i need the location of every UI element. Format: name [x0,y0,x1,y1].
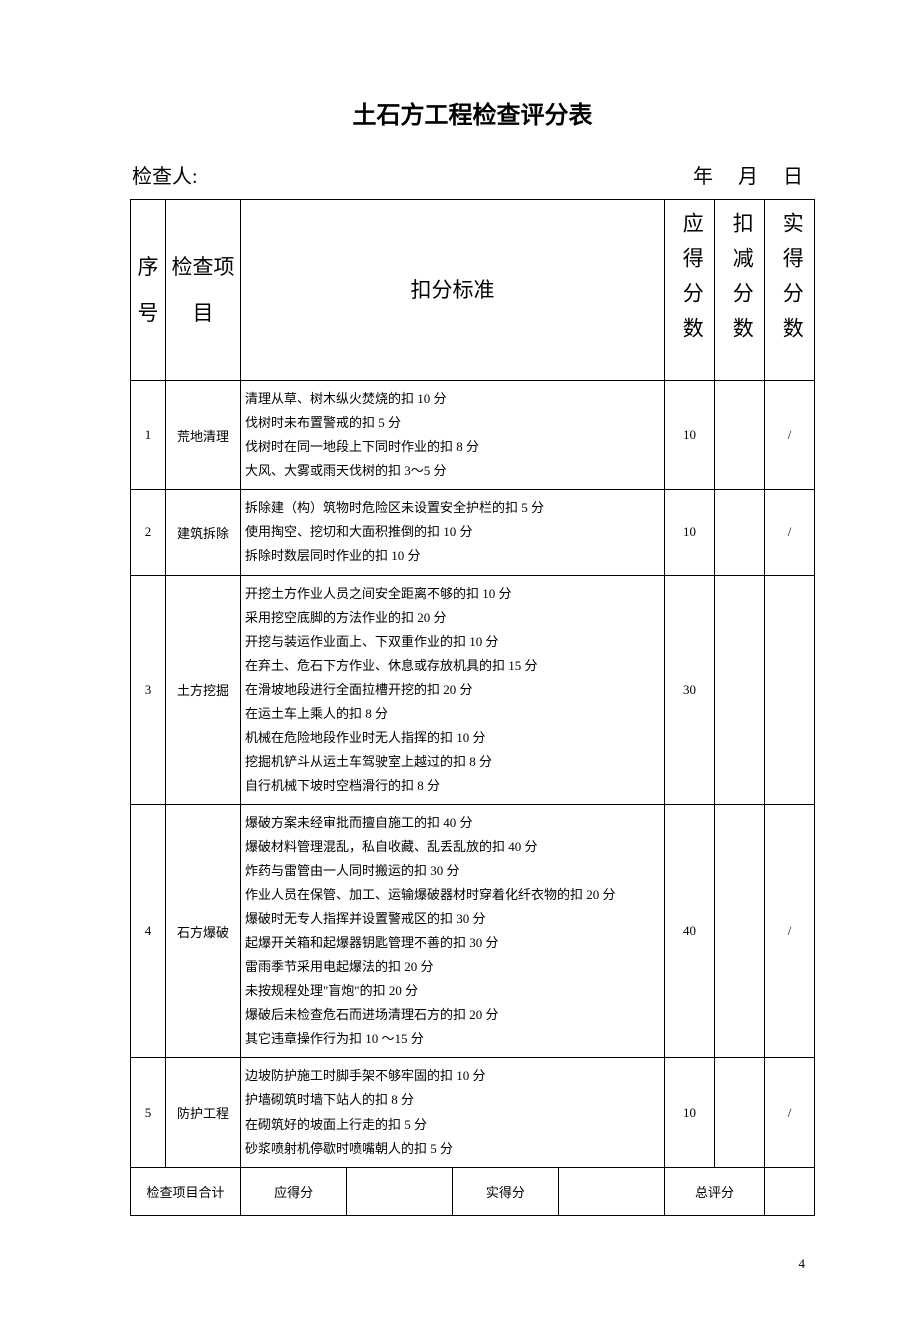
criteria-line: 炸药与雷管由一人同时搬运的扣 30 分 [245,859,660,883]
criteria-line: 爆破材料管理混乱，私自收藏、乱丢乱放的扣 40 分 [245,835,660,859]
criteria-line: 清理从草、树木纵火焚烧的扣 10 分 [245,387,660,411]
page-number: 4 [130,1256,815,1272]
cell-idx: 1 [131,381,166,490]
cell-criteria: 拆除建（构）筑物时危险区未设置安全护栏的扣 5 分使用掏空、挖切和大面积推倒的扣… [241,490,665,575]
criteria-line: 爆破时无专人指挥并设置警戒区的扣 30 分 [245,907,660,931]
criteria-line: 自行机械下坡时空档滑行的扣 8 分 [245,774,660,798]
cell-idx: 4 [131,804,166,1057]
date-label: 年 月 日 [693,160,813,189]
cell-idx: 2 [131,490,166,575]
header-actual: 实得分数 [765,200,815,381]
footer-actual-label: 实得分 [453,1168,559,1215]
cell-due: 40 [665,804,715,1057]
cell-actual: / [765,1058,815,1167]
cell-deduct [715,575,765,804]
criteria-line: 拆除时数层同时作业的扣 10 分 [245,544,660,568]
table-header-row: 序号 检查项目 扣分标准 应得分数 扣减分数 实得分数 [131,200,815,381]
cell-item: 土方挖掘 [166,575,241,804]
criteria-line: 起爆开关箱和起爆器钥匙管理不善的扣 30 分 [245,931,660,955]
footer-due-value [347,1168,453,1215]
cell-due: 10 [665,381,715,490]
criteria-line: 拆除建（构）筑物时危险区未设置安全护栏的扣 5 分 [245,496,660,520]
cell-item: 石方爆破 [166,804,241,1057]
criteria-line: 机械在危险地段作业时无人指挥的扣 10 分 [245,726,660,750]
cell-deduct [715,804,765,1057]
header-item: 检查项目 [166,200,241,381]
cell-idx: 3 [131,575,166,804]
cell-due: 30 [665,575,715,804]
meta-row: 检查人: 年 月 日 [130,160,815,189]
criteria-line: 未按规程处理"盲炮"的扣 20 分 [245,979,660,1003]
criteria-line: 护墙砌筑时墙下站人的扣 8 分 [245,1088,660,1112]
footer-total-label: 检查项目合计 [131,1167,241,1215]
criteria-line: 使用掏空、挖切和大面积推倒的扣 10 分 [245,520,660,544]
criteria-line: 大风、大雾或雨天伐树的扣 3～5 分 [245,459,660,483]
criteria-line: 开挖与装运作业面上、下双重作业的扣 10 分 [245,630,660,654]
header-deduct: 扣减分数 [715,200,765,381]
criteria-line: 在砌筑好的坡面上行走的扣 5 分 [245,1113,660,1137]
footer-overall-value [765,1167,815,1215]
cell-actual: / [765,804,815,1057]
criteria-line: 伐树时在同一地段上下同时作业的扣 8 分 [245,435,660,459]
cell-idx: 5 [131,1058,166,1167]
cell-criteria: 爆破方案未经审批而擅自施工的扣 40 分爆破材料管理混乱，私自收藏、乱丢乱放的扣… [241,804,665,1057]
header-criteria: 扣分标准 [241,200,665,381]
criteria-line: 雷雨季节采用电起爆法的扣 20 分 [245,955,660,979]
cell-actual: / [765,490,815,575]
cell-due: 10 [665,490,715,575]
table-row: 1荒地清理清理从草、树木纵火焚烧的扣 10 分伐树时未布置警戒的扣 5 分伐树时… [131,381,815,490]
cell-criteria: 开挖土方作业人员之间安全距离不够的扣 10 分采用挖空底脚的方法作业的扣 20 … [241,575,665,804]
footer-actual-value [558,1168,664,1215]
cell-due: 10 [665,1058,715,1167]
table-row: 2建筑拆除拆除建（构）筑物时危险区未设置安全护栏的扣 5 分使用掏空、挖切和大面… [131,490,815,575]
criteria-line: 挖掘机铲斗从运土车驾驶室上越过的扣 8 分 [245,750,660,774]
criteria-line: 边坡防护施工时脚手架不够牢固的扣 10 分 [245,1064,660,1088]
footer-due-label: 应得分 [241,1168,347,1215]
score-table: 序号 检查项目 扣分标准 应得分数 扣减分数 实得分数 1荒地清理清理从草、树木… [130,199,815,1216]
criteria-line: 伐树时未布置警戒的扣 5 分 [245,411,660,435]
table-row: 5防护工程边坡防护施工时脚手架不够牢固的扣 10 分护墙砌筑时墙下站人的扣 8 … [131,1058,815,1167]
cell-actual: / [765,381,815,490]
cell-criteria: 清理从草、树木纵火焚烧的扣 10 分伐树时未布置警戒的扣 5 分伐树时在同一地段… [241,381,665,490]
criteria-line: 在运土车上乘人的扣 8 分 [245,702,660,726]
footer-overall-label: 总评分 [665,1167,765,1215]
footer-mid-cell: 应得分 实得分 [241,1167,665,1215]
cell-item: 建筑拆除 [166,490,241,575]
criteria-line: 在弃土、危石下方作业、休息或存放机具的扣 15 分 [245,654,660,678]
criteria-line: 开挖土方作业人员之间安全距离不够的扣 10 分 [245,582,660,606]
criteria-line: 砂浆喷射机停歇时喷嘴朝人的扣 5 分 [245,1137,660,1161]
table-row: 4石方爆破爆破方案未经审批而擅自施工的扣 40 分爆破材料管理混乱，私自收藏、乱… [131,804,815,1057]
cell-item: 防护工程 [166,1058,241,1167]
criteria-line: 采用挖空底脚的方法作业的扣 20 分 [245,606,660,630]
table-row: 3土方挖掘开挖土方作业人员之间安全距离不够的扣 10 分采用挖空底脚的方法作业的… [131,575,815,804]
inspector-label: 检查人: [132,160,198,189]
criteria-line: 在滑坡地段进行全面拉槽开挖的扣 20 分 [245,678,660,702]
criteria-line: 爆破后未检查危石而进场清理石方的扣 20 分 [245,1003,660,1027]
cell-deduct [715,381,765,490]
cell-criteria: 边坡防护施工时脚手架不够牢固的扣 10 分护墙砌筑时墙下站人的扣 8 分在砌筑好… [241,1058,665,1167]
cell-item: 荒地清理 [166,381,241,490]
document-title: 土石方工程检查评分表 [130,95,815,130]
cell-deduct [715,490,765,575]
criteria-line: 作业人员在保管、加工、运输爆破器材时穿着化纤衣物的扣 20 分 [245,883,660,907]
header-idx: 序号 [131,200,166,381]
cell-deduct [715,1058,765,1167]
criteria-line: 爆破方案未经审批而擅自施工的扣 40 分 [245,811,660,835]
criteria-line: 其它违章操作行为扣 10 ～15 分 [245,1027,660,1051]
header-due: 应得分数 [665,200,715,381]
footer-row: 检查项目合计 应得分 实得分 总评分 [131,1167,815,1215]
cell-actual [765,575,815,804]
